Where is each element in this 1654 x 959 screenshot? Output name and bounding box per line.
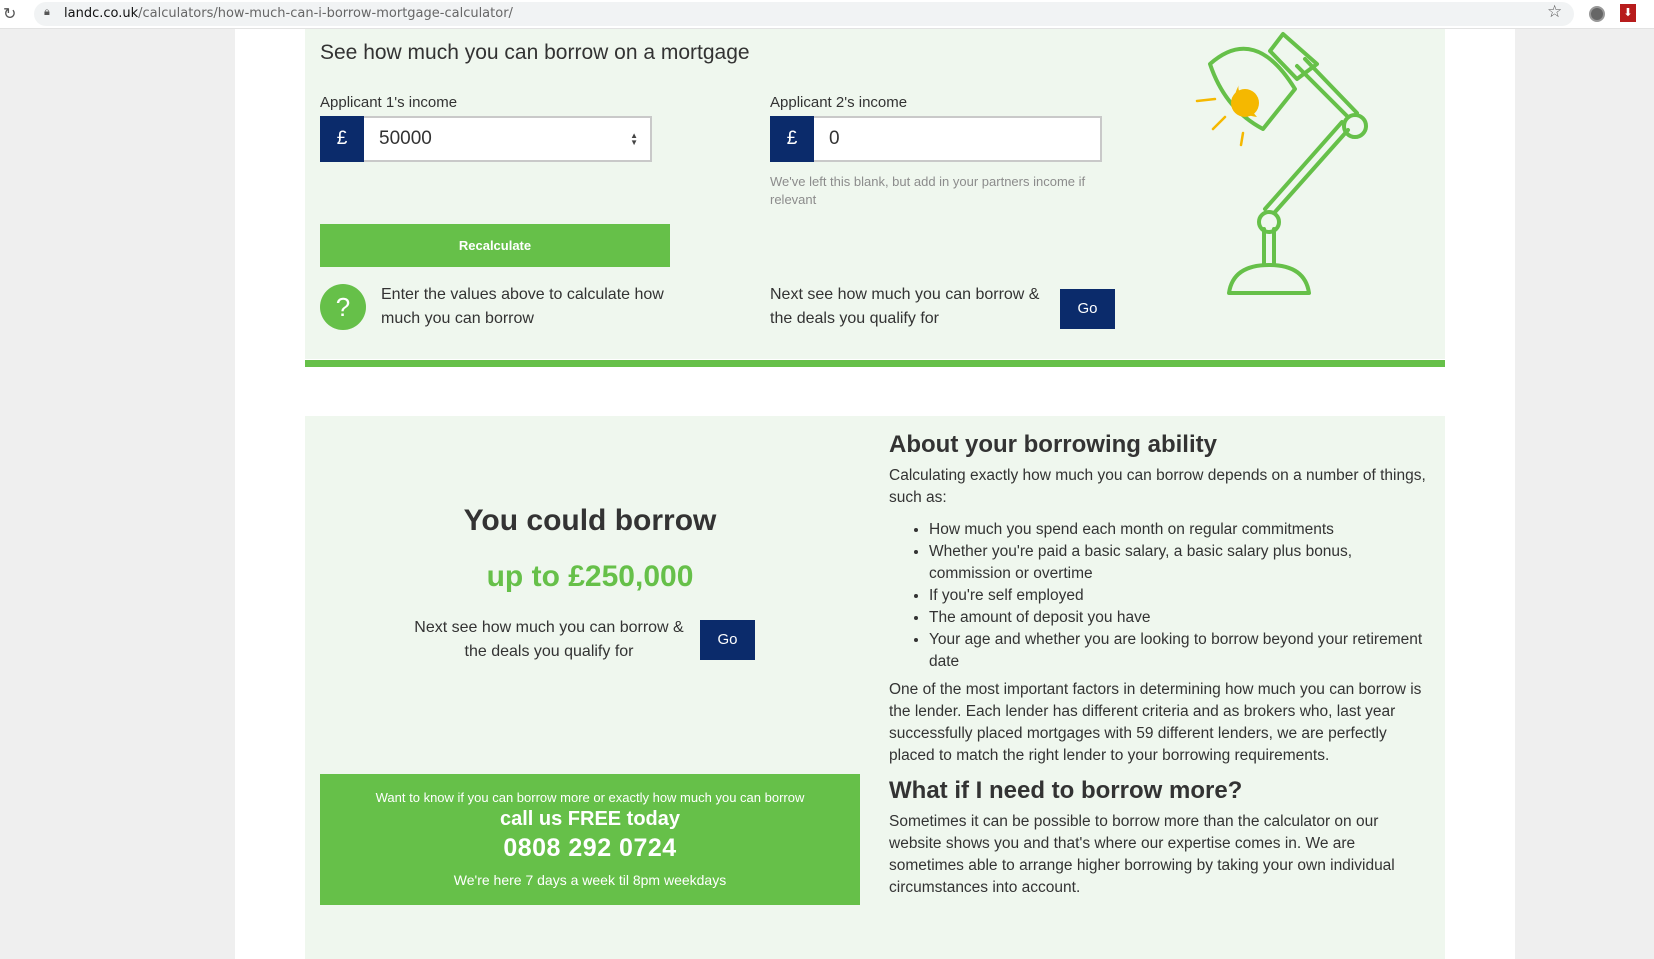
applicant1-income-input[interactable]: 50000 ▲ ▼: [364, 116, 652, 162]
address-bar[interactable]: 🔒︎ landc.co.uk/calculators/how-much-can-…: [34, 2, 1574, 26]
result-heading: You could borrow: [463, 504, 717, 537]
borrow-more-paragraph: Sometimes it can be possible to borrow m…: [889, 813, 1395, 896]
divider-line: [305, 360, 1445, 367]
about-heading: About your borrowing ability: [889, 431, 1217, 458]
list-item: The amount of deposit you have: [929, 607, 1429, 629]
recalculate-button[interactable]: Recalculate: [320, 224, 670, 267]
factors-list: How much you spend each month on regular…: [889, 519, 1429, 673]
help-text: Enter the values above to calculate how …: [381, 286, 664, 327]
call-us-banner[interactable]: Want to know if you can borrow more or e…: [320, 774, 860, 905]
about-paragraph: One of the most important factors in det…: [889, 681, 1422, 764]
list-item: Whether you're paid a basic salary, a ba…: [929, 541, 1429, 585]
result-go-button[interactable]: Go: [700, 620, 755, 660]
list-item: Your age and whether you are looking to …: [929, 629, 1429, 673]
applicant2-income-field[interactable]: £ 0: [770, 116, 1102, 162]
bookmark-star-icon[interactable]: ☆: [1547, 2, 1562, 22]
phone-number[interactable]: 0808 292 0724: [320, 834, 860, 863]
about-section: About your borrowing ability Calculating…: [889, 431, 1429, 907]
applicant2-label: Applicant 2's income: [770, 94, 908, 111]
cta-intro: Want to know if you can borrow more or e…: [375, 790, 805, 805]
calculator-title: See how much you can borrow on a mortgag…: [320, 41, 750, 64]
about-intro: Calculating exactly how much you can bor…: [889, 467, 1426, 506]
pound-symbol: £: [770, 116, 814, 162]
pound-symbol: £: [320, 116, 364, 162]
list-item: How much you spend each month on regular…: [929, 519, 1429, 541]
help-question-icon: ?: [320, 284, 366, 330]
next-step-text: Next see how much you can borrow & the d…: [770, 286, 1040, 327]
desk-lamp-illustration: [1195, 32, 1368, 295]
applicant1-label: Applicant 1's income: [320, 94, 458, 111]
cta-call-free: call us FREE today: [499, 808, 681, 830]
calculator-panel: See how much you can borrow on a mortgag…: [305, 29, 1445, 359]
result-next-text: Next see how much you can borrow & the d…: [414, 619, 684, 660]
number-stepper-icon[interactable]: ▲ ▼: [630, 132, 638, 147]
lock-icon[interactable]: 🔒︎: [44, 6, 50, 19]
reload-icon[interactable]: ↻: [3, 4, 16, 24]
pdf-icon[interactable]: ⬇: [1620, 4, 1636, 22]
borrow-more-heading: What if I need to borrow more?: [889, 777, 1243, 804]
applicant2-income-input[interactable]: 0: [814, 116, 1102, 162]
opening-hours: We're here 7 days a week til 8pm weekday…: [453, 872, 727, 888]
borrow-amount: up to £250,000: [486, 560, 694, 593]
list-item: If you're self employed: [929, 585, 1429, 607]
page-content: See how much you can borrow on a mortgag…: [235, 29, 1515, 959]
result-panel: You could borrow up to £250,000 Next see…: [305, 416, 1445, 959]
extension-icon[interactable]: [1589, 6, 1605, 22]
applicant2-hint: We've left this blank, but add in your p…: [770, 174, 1086, 207]
url-text[interactable]: landc.co.uk/calculators/how-much-can-i-b…: [64, 6, 513, 21]
browser-toolbar: ↻ 🔒︎ landc.co.uk/calculators/how-much-ca…: [0, 0, 1654, 29]
applicant1-income-field[interactable]: £ 50000 ▲ ▼: [320, 116, 652, 162]
